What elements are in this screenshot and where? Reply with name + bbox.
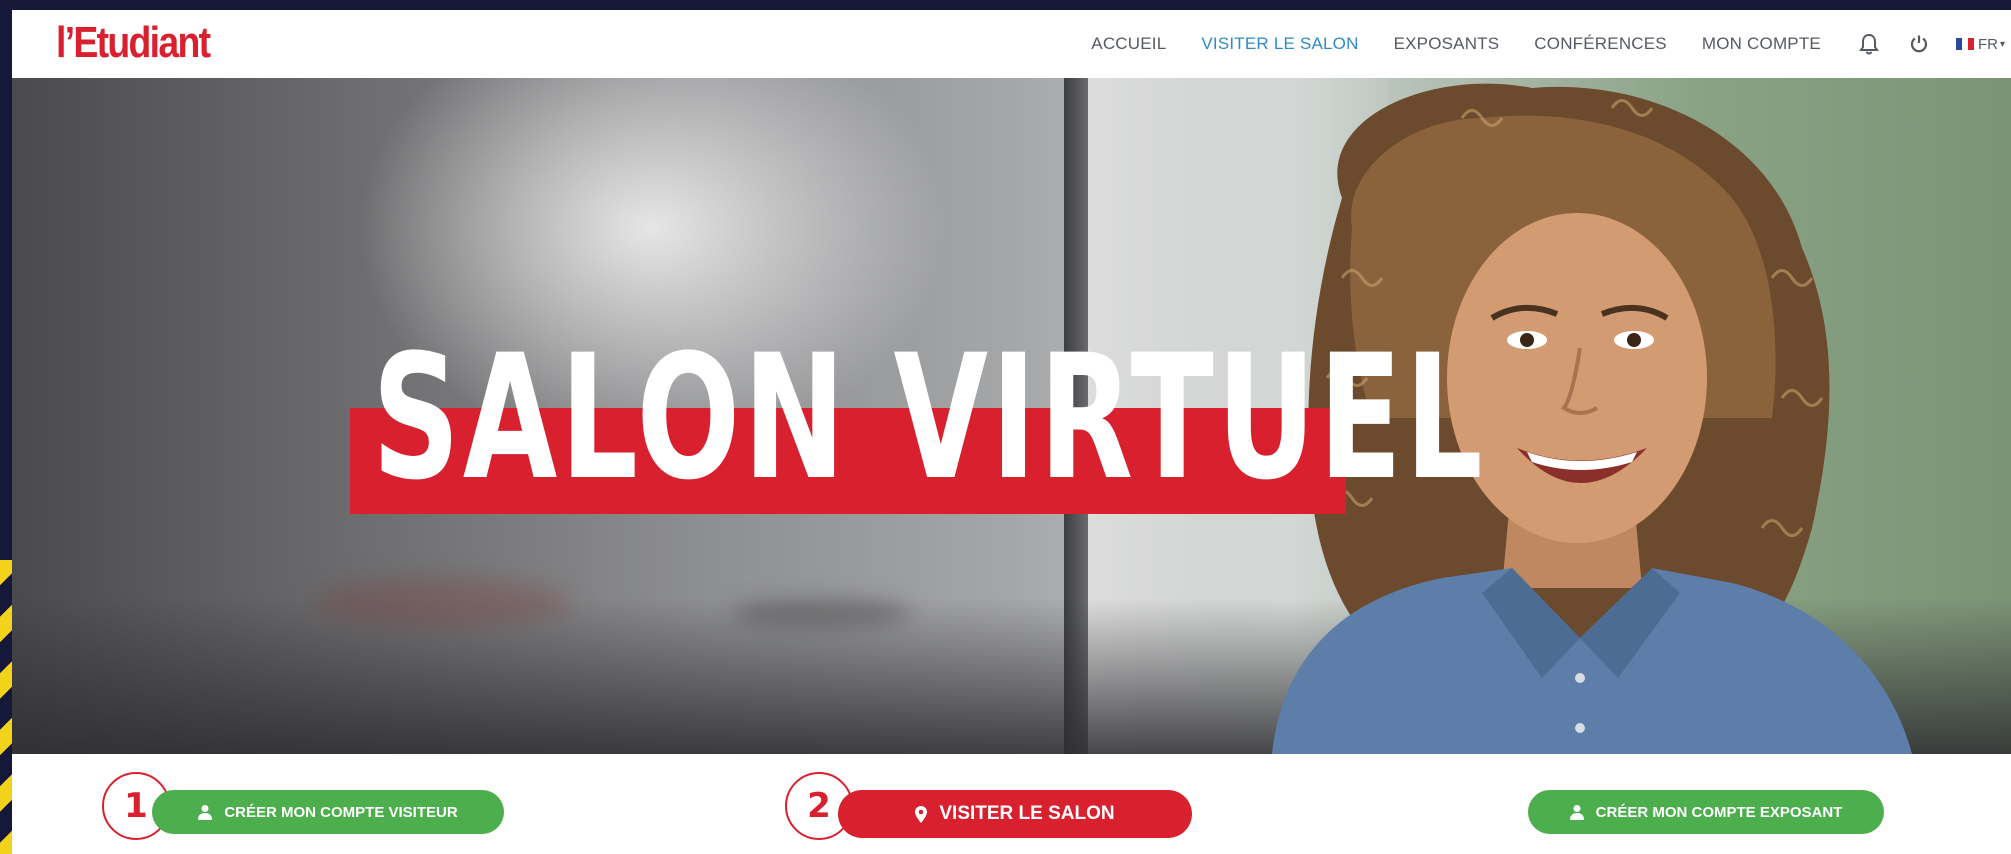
- map-pin-icon: [915, 805, 928, 823]
- top-navbar: l’Etudiant ACCUEIL VISITER LE SALON EXPO…: [12, 10, 2011, 78]
- visit-salon-label: VISITER LE SALON: [939, 803, 1115, 824]
- visit-salon-button[interactable]: VISITER LE SALON: [838, 790, 1192, 838]
- frame-hazard-stripes: [0, 560, 12, 854]
- hero-title: SALON VIRTUEL: [372, 317, 1486, 518]
- page: l’Etudiant ACCUEIL VISITER LE SALON EXPO…: [12, 10, 2011, 854]
- chevron-down-icon: ▾: [1999, 38, 2005, 50]
- hero-banner: SALON VIRTUEL: [12, 78, 2011, 754]
- brand-logo[interactable]: l’Etudiant: [56, 18, 211, 68]
- nav-exposants[interactable]: EXPOSANTS: [1394, 34, 1500, 54]
- france-flag-icon: [1955, 38, 1974, 50]
- power-icon[interactable]: [1906, 31, 1932, 57]
- create-visitor-account-button[interactable]: CRÉER MON COMPTE VISITEUR: [152, 790, 504, 834]
- language-label: FR: [1977, 35, 1998, 53]
- bell-icon[interactable]: [1856, 31, 1882, 57]
- nav-accueil[interactable]: ACCUEIL: [1091, 34, 1166, 54]
- nav-conferences[interactable]: CONFÉRENCES: [1534, 34, 1667, 54]
- logo-text: l’Etudiant: [56, 18, 211, 67]
- create-exhibitor-account-label: CRÉER MON COMPTE EXPOSANT: [1595, 803, 1843, 821]
- main-nav: ACCUEIL VISITER LE SALON EXPOSANTS CONFÉ…: [1091, 10, 2011, 78]
- create-visitor-account-label: CRÉER MON COMPTE VISITEUR: [224, 803, 458, 821]
- user-icon: [198, 805, 213, 820]
- action-bar: 1 CRÉER MON COMPTE VISITEUR 2 VISITER LE…: [12, 754, 2011, 854]
- nav-mon-compte[interactable]: MON COMPTE: [1702, 34, 1821, 54]
- user-icon: [1569, 805, 1584, 820]
- create-exhibitor-account-button[interactable]: CRÉER MON COMPTE EXPOSANT: [1528, 790, 1884, 834]
- nav-visiter-le-salon[interactable]: VISITER LE SALON: [1201, 34, 1358, 54]
- language-selector[interactable]: FR ▾: [1955, 35, 2005, 53]
